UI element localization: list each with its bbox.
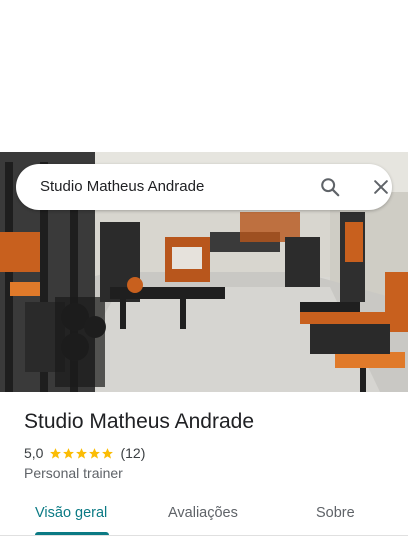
star-icon xyxy=(50,447,62,459)
star-icon xyxy=(89,447,101,459)
rating-value: 5,0 xyxy=(24,445,44,461)
search-input[interactable]: Studio Matheus Andrade xyxy=(40,178,204,195)
search-bar[interactable]: Studio Matheus Andrade xyxy=(16,164,392,210)
star-icon xyxy=(63,447,75,459)
map-area-blank xyxy=(0,0,408,152)
tab-overview[interactable]: Visão geral xyxy=(35,505,107,521)
rating-row[interactable]: 5,0 (12) xyxy=(24,444,145,462)
review-count[interactable]: (12) xyxy=(120,445,145,461)
tabs-divider xyxy=(0,535,408,536)
star-icon xyxy=(102,447,114,459)
star-icon xyxy=(76,447,88,459)
close-icon[interactable] xyxy=(371,177,391,197)
tab-reviews[interactable]: Avaliações xyxy=(168,505,238,521)
place-title: Studio Matheus Andrade xyxy=(24,410,254,433)
search-icon[interactable] xyxy=(319,176,341,198)
tab-about[interactable]: Sobre xyxy=(316,505,355,521)
star-rating xyxy=(49,447,114,460)
tab-bar: Visão geral Avaliações Sobre xyxy=(0,495,408,544)
place-category: Personal trainer xyxy=(24,465,123,481)
